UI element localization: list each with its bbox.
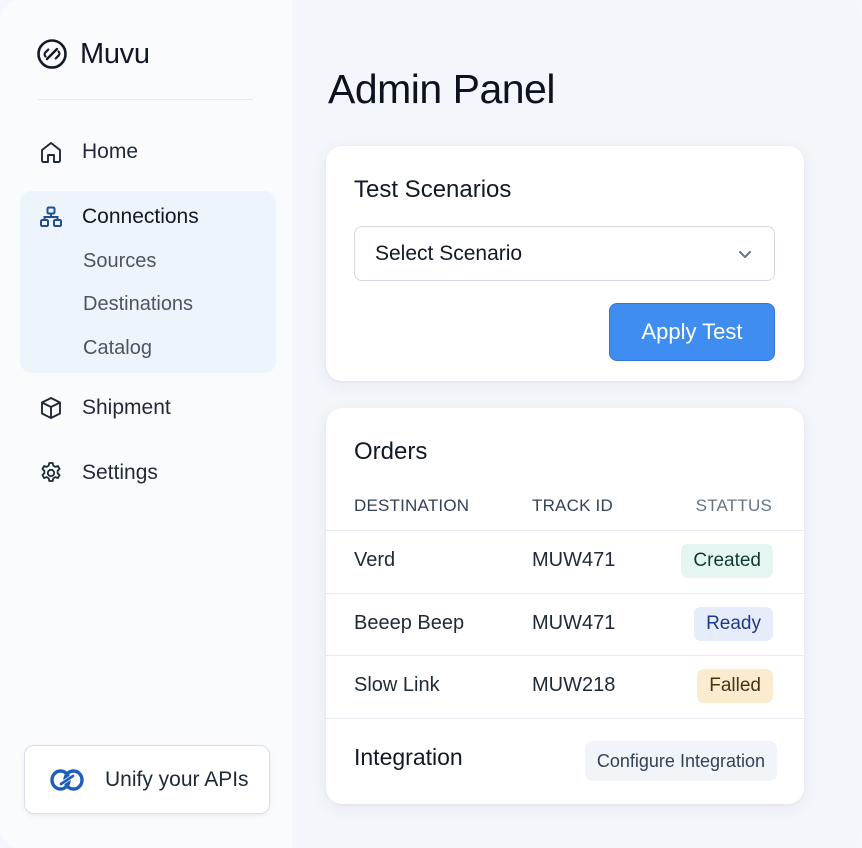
sidebar-item-label: Settings	[82, 461, 158, 484]
sidebar-item-label: Home	[82, 140, 139, 163]
sidebar: Muvu Home Connections Sources Destinatio…	[0, 0, 292, 848]
sidebar-item-settings[interactable]: Settings	[38, 453, 158, 493]
card-title: Test Scenarios	[354, 176, 512, 203]
unify-link-icon	[49, 762, 85, 798]
box-icon	[38, 395, 64, 421]
table-row[interactable]: Verd MUW471 Created	[326, 531, 804, 593]
cell-destination: Slow Link	[354, 674, 440, 696]
status-badge: Falled	[697, 669, 773, 703]
orders-card: Orders DESTINATION TRACK ID STATTUS Verd…	[326, 408, 804, 804]
sidebar-subitem-catalog[interactable]: Catalog	[83, 337, 152, 360]
unify-apis-label: Unify your APIs	[105, 767, 249, 791]
network-icon	[38, 204, 64, 230]
cell-destination: Verd	[354, 549, 396, 571]
status-badge: Ready	[694, 607, 773, 641]
column-header-destination[interactable]: DESTINATION	[354, 496, 469, 516]
column-header-status[interactable]: STATTUS	[696, 496, 772, 516]
scenario-select[interactable]: Select Scenario	[354, 226, 775, 281]
divider	[326, 718, 804, 719]
sidebar-item-label: Connections	[82, 205, 199, 228]
brand[interactable]: Muvu	[36, 36, 150, 72]
integration-label: Integration	[354, 744, 463, 770]
sidebar-item-connections[interactable]: Connections	[38, 197, 199, 237]
test-scenarios-card: Test Scenarios Select Scenario Apply Tes…	[326, 146, 804, 381]
divider	[38, 99, 253, 100]
page-title: Admin Panel	[328, 66, 555, 112]
cell-track-id: MUW218	[532, 674, 616, 696]
sidebar-subitem-destinations[interactable]: Destinations	[83, 293, 193, 316]
sidebar-item-home[interactable]: Home	[38, 132, 138, 172]
home-icon	[38, 139, 64, 165]
unify-apis-button[interactable]: Unify your APIs	[24, 745, 270, 814]
gear-icon	[38, 460, 64, 486]
configure-integration-button[interactable]: Configure Integration	[584, 741, 777, 781]
table-row[interactable]: Beeep Beep MUW471 Ready	[326, 594, 804, 656]
sidebar-item-shipment[interactable]: Shipment	[38, 388, 171, 428]
cell-destination: Beeep Beep	[354, 612, 465, 634]
select-value: Select Scenario	[375, 241, 523, 265]
table-row[interactable]: Slow Link MUW218 Falled	[326, 656, 804, 718]
app-window: Muvu Home Connections Sources Destinatio…	[0, 0, 862, 848]
column-header-track-id[interactable]: TRACK ID	[532, 496, 613, 516]
sidebar-item-label: Shipment	[82, 396, 171, 419]
brand-name: Muvu	[80, 37, 150, 70]
chevron-down-icon	[736, 245, 754, 263]
cell-track-id: MUW471	[532, 612, 616, 634]
card-title: Orders	[354, 438, 428, 465]
cell-track-id: MUW471	[532, 549, 616, 571]
apply-test-button[interactable]: Apply Test	[609, 303, 775, 361]
status-badge: Created	[681, 544, 773, 578]
link-circle-icon	[36, 38, 68, 70]
sidebar-subitem-sources[interactable]: Sources	[83, 250, 156, 273]
